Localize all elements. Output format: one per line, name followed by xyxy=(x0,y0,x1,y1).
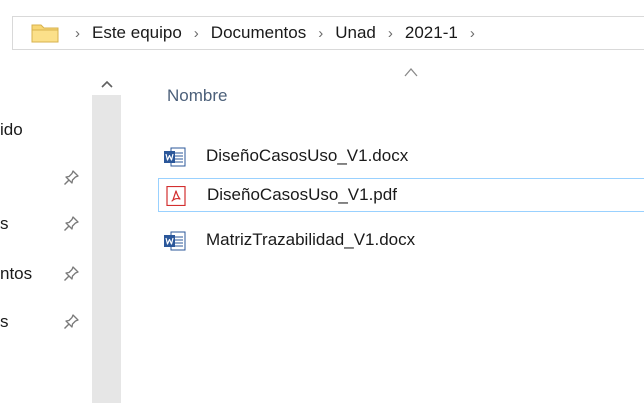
file-name: DiseñoCasosUso_V1.docx xyxy=(206,146,409,165)
breadcrumb-separator[interactable]: › xyxy=(194,25,199,42)
nav-item-images[interactable]: s xyxy=(0,306,92,336)
breadcrumb-separator[interactable]: › xyxy=(318,25,323,42)
address-bar: › Este equipo › Documentos › Unad › 2021… xyxy=(0,0,644,62)
nav-item-downloads[interactable]: s xyxy=(0,208,92,238)
file-row-selected[interactable]: DiseñoCasosUso_V1.pdf xyxy=(158,178,644,212)
column-header-name[interactable]: Nombre xyxy=(167,86,227,106)
word-doc-icon xyxy=(164,231,186,251)
breadcrumb-item-documentos[interactable]: Documentos xyxy=(211,23,306,43)
breadcrumb-separator[interactable]: › xyxy=(470,25,475,42)
nav-item-documents[interactable]: ntos xyxy=(0,258,92,288)
nav-item-label: s xyxy=(0,312,9,331)
nav-item-desktop[interactable] xyxy=(0,162,92,192)
scroll-thumb[interactable] xyxy=(92,95,121,403)
breadcrumb-item-este-equipo[interactable]: Este equipo xyxy=(92,23,182,43)
nav-item-label: ntos xyxy=(0,264,33,283)
folder-icon xyxy=(31,24,59,43)
nav-scrollbar[interactable] xyxy=(91,74,122,403)
breadcrumb-separator[interactable]: › xyxy=(388,25,393,42)
file-name: MatrizTrazabilidad_V1.docx xyxy=(206,230,416,249)
nav-item-quick-access[interactable]: ido xyxy=(0,114,92,144)
breadcrumb-item-2021-1[interactable]: 2021-1 xyxy=(405,23,458,43)
chevron-up-icon xyxy=(100,80,113,88)
file-row[interactable]: MatrizTrazabilidad_V1.docx xyxy=(158,224,644,258)
nav-item-label: ido xyxy=(0,120,23,139)
breadcrumb-separator: › xyxy=(75,24,80,42)
file-explorer-window: › Este equipo › Documentos › Unad › 2021… xyxy=(0,0,644,403)
word-doc-icon xyxy=(164,147,186,167)
pdf-icon xyxy=(166,186,186,206)
sort-ascending-icon[interactable] xyxy=(403,66,419,78)
file-row[interactable]: DiseñoCasosUso_V1.docx xyxy=(158,140,644,174)
breadcrumb-item-unad[interactable]: Unad xyxy=(335,23,376,43)
file-list-pane: Nombre DiseñoCasosUso_V1.docx DiseñoCaso… xyxy=(122,62,644,403)
navigation-pane: ido s ntos s xyxy=(0,62,92,403)
breadcrumb-path: › Este equipo › Documentos › Unad › 2021… xyxy=(75,17,487,49)
pin-icon[interactable] xyxy=(62,265,80,283)
scroll-up-button[interactable] xyxy=(91,74,122,94)
file-name: DiseñoCasosUso_V1.pdf xyxy=(207,185,397,204)
breadcrumb[interactable]: › Este equipo › Documentos › Unad › 2021… xyxy=(12,16,644,50)
nav-item-label: s xyxy=(0,214,9,233)
pin-icon[interactable] xyxy=(62,215,80,233)
pin-icon[interactable] xyxy=(62,313,80,331)
scroll-track[interactable] xyxy=(91,95,122,403)
pin-icon[interactable] xyxy=(62,169,80,187)
